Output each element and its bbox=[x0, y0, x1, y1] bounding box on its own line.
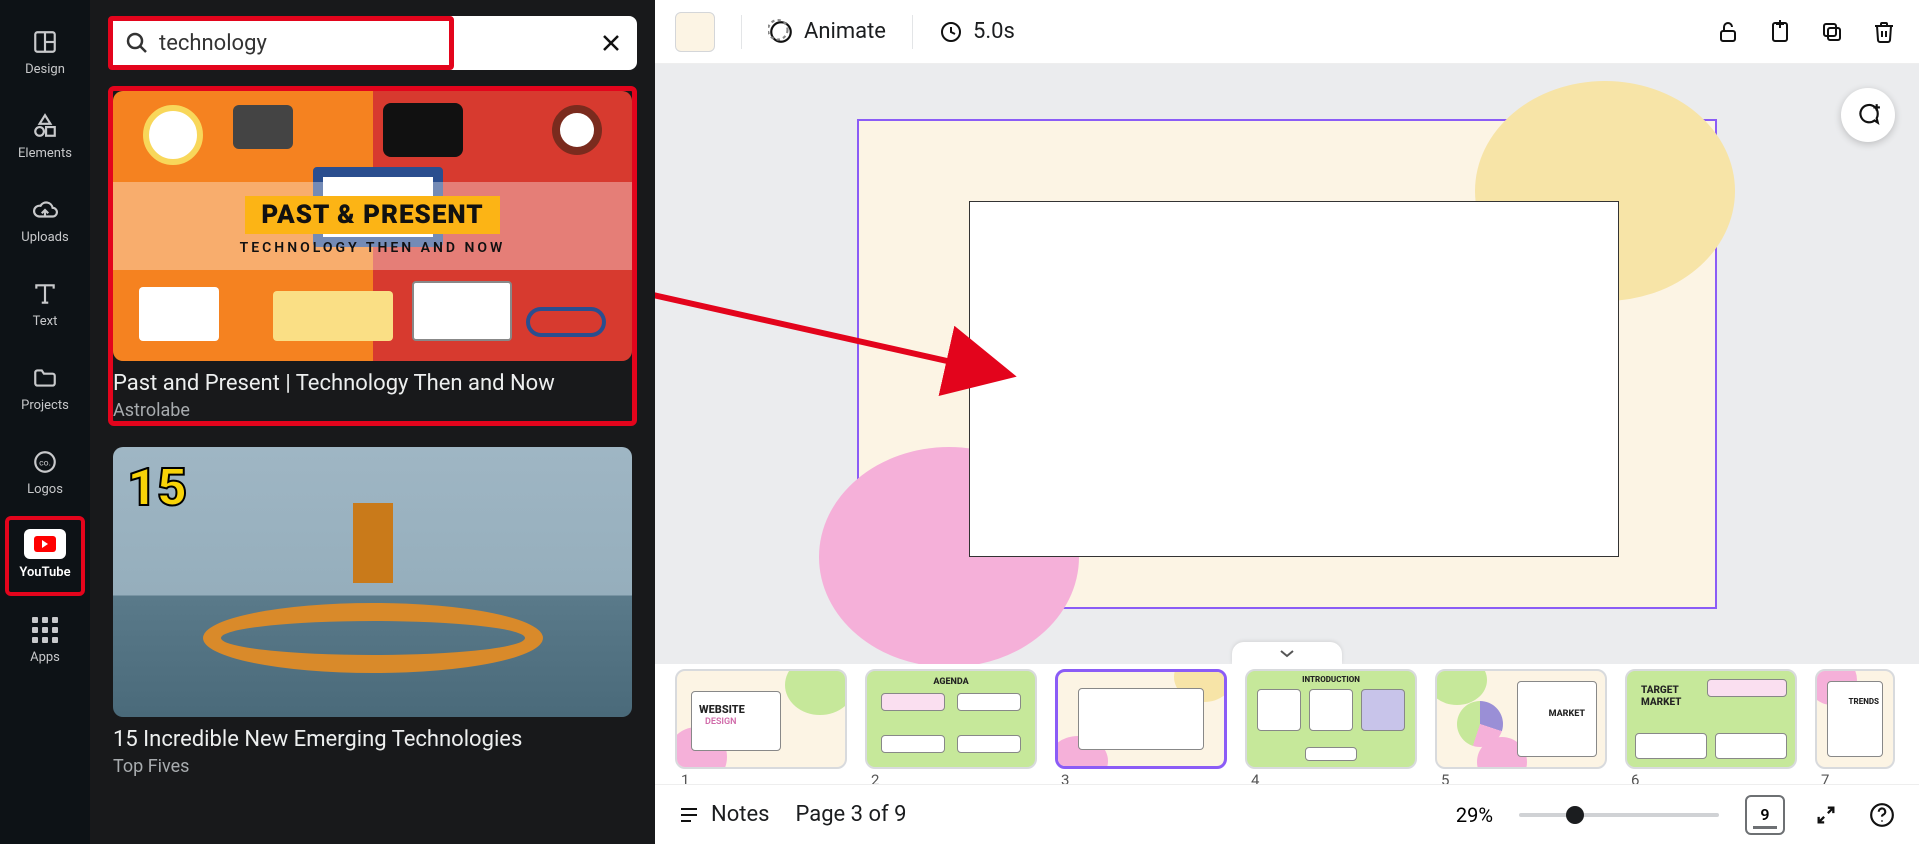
unlock-icon bbox=[1716, 20, 1740, 44]
duplicate-icon bbox=[1820, 20, 1844, 44]
background-color-swatch[interactable] bbox=[675, 12, 715, 52]
page-indicator: Page 3 of 9 bbox=[795, 802, 906, 827]
separator bbox=[741, 15, 742, 49]
slide-thumb-3[interactable]: 3 bbox=[1055, 669, 1227, 784]
help-button[interactable] bbox=[1867, 800, 1897, 830]
context-toolbar: Animate 5.0s bbox=[655, 0, 1919, 64]
thumb-heading: PAST & PRESENT bbox=[245, 196, 499, 234]
rail-label: YouTube bbox=[19, 565, 70, 580]
text-icon bbox=[31, 280, 59, 308]
result-thumbnail: 15 bbox=[113, 447, 632, 717]
notes-icon bbox=[677, 803, 701, 827]
notes-label: Notes bbox=[711, 802, 769, 827]
result-thumbnail: PAST & PRESENT TECHNOLOGY THEN AND NOW bbox=[113, 91, 632, 361]
fullscreen-button[interactable] bbox=[1811, 800, 1841, 830]
slide-thumbnails: WEBSITE DESIGN 1 AGENDA 2 3 bbox=[655, 664, 1919, 784]
slide-number: 4 bbox=[1251, 771, 1417, 784]
expand-thumbnails-button[interactable] bbox=[1232, 642, 1342, 664]
rail-logos[interactable]: co. Logos bbox=[5, 432, 85, 512]
youtube-result-2[interactable]: 15 15 Incredible New Emerging Technologi… bbox=[108, 442, 637, 782]
template-icon bbox=[31, 28, 59, 56]
cloud-upload-icon bbox=[31, 196, 59, 224]
slide-number: 2 bbox=[871, 771, 1037, 784]
close-icon bbox=[599, 31, 623, 55]
page-inner-frame[interactable] bbox=[969, 201, 1619, 557]
rail-design[interactable]: Design bbox=[5, 12, 85, 92]
rail-label: Elements bbox=[18, 146, 72, 161]
animate-icon bbox=[768, 19, 794, 45]
notes-button[interactable]: Notes bbox=[677, 802, 769, 827]
chevron-down-icon bbox=[1278, 647, 1296, 659]
slide-thumb-6[interactable]: TARGET MARKET 6 bbox=[1625, 669, 1797, 784]
apps-grid-icon bbox=[31, 616, 59, 644]
slide-thumb-1[interactable]: WEBSITE DESIGN 1 bbox=[675, 669, 847, 784]
add-page-icon bbox=[1768, 20, 1792, 44]
help-icon bbox=[1869, 802, 1895, 828]
rail-label: Logos bbox=[27, 482, 63, 497]
separator bbox=[912, 15, 913, 49]
trash-icon bbox=[1872, 20, 1896, 44]
slide-number: 3 bbox=[1061, 771, 1227, 784]
folder-icon bbox=[31, 364, 59, 392]
clear-search-button[interactable] bbox=[599, 31, 623, 55]
svg-text:co.: co. bbox=[39, 458, 51, 468]
slide-thumb-4[interactable]: INTRODUCTION 4 bbox=[1245, 669, 1417, 784]
rail-apps[interactable]: Apps bbox=[5, 600, 85, 680]
rail-elements[interactable]: Elements bbox=[5, 96, 85, 176]
zoom-slider[interactable] bbox=[1519, 813, 1719, 817]
slide-number: 5 bbox=[1441, 771, 1607, 784]
rail-label: Design bbox=[25, 62, 65, 77]
rail-label: Apps bbox=[30, 650, 60, 665]
rail-label: Uploads bbox=[21, 230, 68, 245]
total-pages: 9 bbox=[1760, 805, 1769, 824]
search-box[interactable] bbox=[108, 16, 637, 70]
slide-number: 6 bbox=[1631, 771, 1797, 784]
clock-icon bbox=[939, 20, 963, 44]
result-author: Top Fives bbox=[113, 756, 632, 777]
thumb-subheading: TECHNOLOGY THEN AND NOW bbox=[113, 240, 632, 256]
animate-label: Animate bbox=[804, 19, 886, 44]
youtube-icon bbox=[24, 529, 66, 559]
expand-icon bbox=[1815, 804, 1837, 826]
slide-thumb-2[interactable]: AGENDA 2 bbox=[865, 669, 1037, 784]
thumbnail-badge: 15 bbox=[127, 457, 187, 518]
slide-thumb-7[interactable]: TRENDS 7 bbox=[1815, 669, 1895, 784]
lock-button[interactable] bbox=[1713, 17, 1743, 47]
rail-label: Projects bbox=[21, 398, 69, 413]
rail-uploads[interactable]: Uploads bbox=[5, 180, 85, 260]
canvas-page[interactable] bbox=[857, 119, 1717, 609]
result-title: 15 Incredible New Emerging Technologies bbox=[113, 727, 632, 752]
duration-button[interactable]: 5.0s bbox=[939, 19, 1015, 44]
zoom-value: 29% bbox=[1456, 803, 1493, 827]
slide-number: 1 bbox=[681, 771, 847, 784]
comment-fab[interactable] bbox=[1841, 88, 1895, 142]
left-rail: Design Elements Uploads Text Projects co… bbox=[0, 0, 90, 844]
search-input[interactable] bbox=[159, 31, 437, 56]
rail-projects[interactable]: Projects bbox=[5, 348, 85, 428]
youtube-result-1[interactable]: PAST & PRESENT TECHNOLOGY THEN AND NOW P… bbox=[108, 86, 637, 426]
main-area: Animate 5.0s bbox=[655, 0, 1919, 844]
bottom-bar: Notes Page 3 of 9 29% 9 bbox=[655, 784, 1919, 844]
grid-view-button[interactable]: 9 bbox=[1745, 795, 1785, 835]
duplicate-page-button[interactable] bbox=[1817, 17, 1847, 47]
delete-page-button[interactable] bbox=[1869, 17, 1899, 47]
logo-icon: co. bbox=[31, 448, 59, 476]
rail-label: Text bbox=[33, 314, 58, 329]
result-author: Astrolabe bbox=[113, 400, 632, 421]
canvas-area[interactable] bbox=[655, 64, 1919, 664]
slide-thumb-5[interactable]: MARKET 5 bbox=[1435, 669, 1607, 784]
rail-youtube[interactable]: YouTube bbox=[5, 516, 85, 596]
shapes-icon bbox=[31, 112, 59, 140]
rail-text[interactable]: Text bbox=[5, 264, 85, 344]
search-icon bbox=[125, 31, 149, 55]
duration-label: 5.0s bbox=[973, 19, 1015, 44]
add-page-button[interactable] bbox=[1765, 17, 1795, 47]
slide-number: 7 bbox=[1821, 771, 1895, 784]
comment-plus-icon bbox=[1855, 102, 1881, 128]
result-title: Past and Present | Technology Then and N… bbox=[113, 371, 632, 396]
animate-button[interactable]: Animate bbox=[768, 19, 886, 45]
youtube-panel: PAST & PRESENT TECHNOLOGY THEN AND NOW P… bbox=[90, 0, 655, 844]
